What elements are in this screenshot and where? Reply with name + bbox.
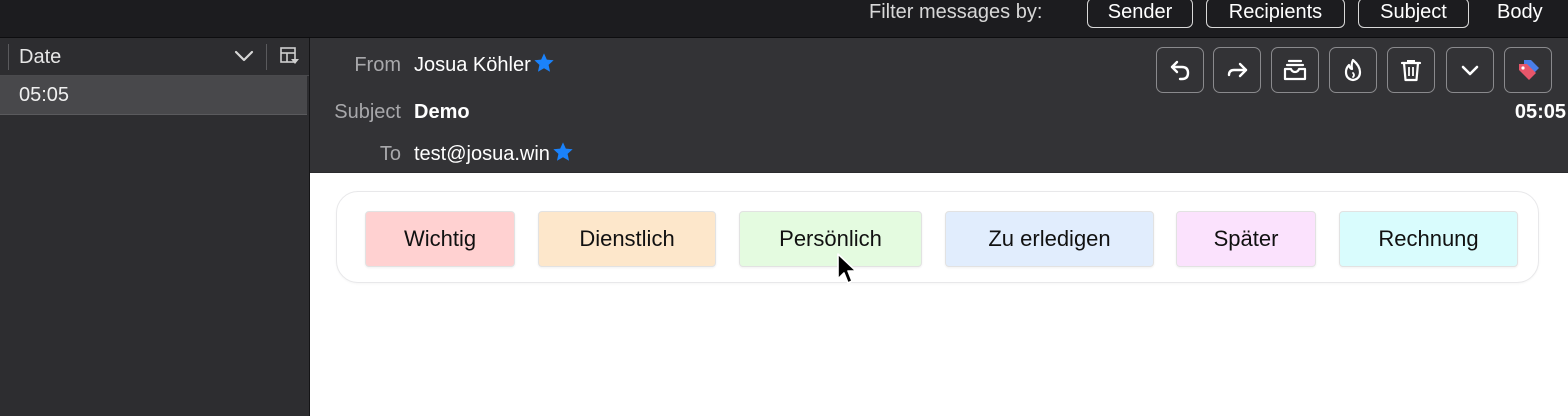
junk-icon [1344, 58, 1362, 82]
star-icon[interactable] [552, 141, 574, 163]
mouse-cursor-icon [837, 253, 857, 284]
message-time: 05:05 [1514, 101, 1566, 123]
subject-label: Subject [334, 101, 401, 123]
archive-button[interactable] [1271, 47, 1319, 93]
message-row[interactable]: 05:05 [0, 76, 307, 115]
tag-spaeter-button[interactable]: Später [1176, 211, 1316, 267]
filter-recipients-button[interactable]: Recipients [1206, 0, 1345, 28]
to-value[interactable]: test@josua.win [414, 141, 574, 167]
tag-panel: Wichtig Dienstlich Persönlich Zu erledig… [336, 191, 1539, 283]
column-separator [266, 44, 267, 70]
filter-sender-button[interactable]: Sender [1087, 0, 1193, 28]
reply-button[interactable] [1156, 47, 1204, 93]
filter-label: Filter messages by: [869, 1, 1043, 23]
message-body: Wichtig Dienstlich Persönlich Zu erledig… [310, 173, 1568, 416]
delete-button[interactable] [1387, 47, 1435, 93]
subject-value: Demo [414, 101, 470, 123]
forward-button[interactable] [1213, 47, 1261, 93]
tag-icon [1519, 60, 1539, 80]
filter-bar: Filter messages by: Sender Recipients Su… [0, 0, 1568, 38]
to-address[interactable]: test@josua.win [414, 143, 550, 165]
reply-icon [1170, 60, 1190, 81]
filter-body-button[interactable]: Body [1497, 0, 1543, 25]
tag-persoenlich-button[interactable]: Persönlich [739, 211, 922, 267]
archive-icon [1283, 59, 1307, 81]
tag-button[interactable] [1504, 47, 1552, 93]
column-separator [8, 44, 9, 70]
message-date: 05:05 [19, 84, 70, 106]
tag-rechnung-button[interactable]: Rechnung [1339, 211, 1518, 267]
message-header: From Josua Köhler Subject Demo To test@j… [310, 38, 1568, 172]
tag-zu-erledigen-button[interactable]: Zu erledigen [945, 211, 1154, 267]
filter-subject-button[interactable]: Subject [1358, 0, 1469, 28]
chevron-down-icon [1461, 65, 1479, 76]
star-icon[interactable] [533, 52, 555, 74]
from-label: From [354, 54, 401, 76]
message-list: Date 05:05 [0, 38, 310, 416]
chevron-down-icon[interactable] [233, 46, 255, 66]
tag-wichtig-button[interactable]: Wichtig [365, 211, 515, 267]
forward-icon [1227, 62, 1248, 78]
trash-icon [1400, 60, 1422, 82]
column-header: Date [0, 38, 309, 76]
column-picker-icon[interactable] [278, 45, 300, 67]
from-value[interactable]: Josua Köhler [414, 52, 555, 78]
junk-button[interactable] [1329, 47, 1377, 93]
from-name[interactable]: Josua Köhler [414, 54, 531, 76]
date-column-header[interactable]: Date [19, 44, 61, 70]
more-button[interactable] [1446, 47, 1494, 93]
to-label: To [379, 143, 401, 165]
tag-dienstlich-button[interactable]: Dienstlich [538, 211, 716, 267]
